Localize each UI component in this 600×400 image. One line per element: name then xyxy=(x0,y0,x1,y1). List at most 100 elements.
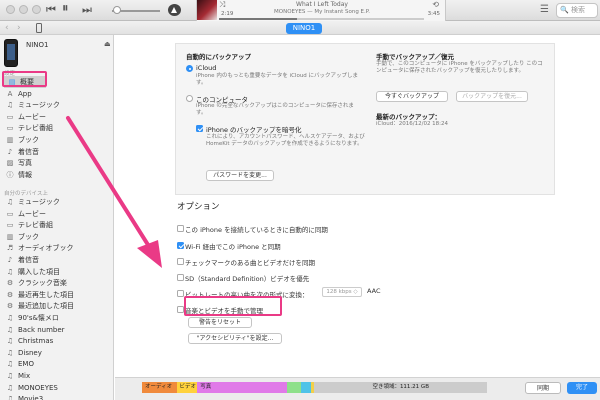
option-label: Wi-Fi 経由でこの iPhone と同期 xyxy=(185,243,281,251)
sidebar-item[interactable]: ♫ 購入した項目 xyxy=(2,266,112,278)
eject-icon[interactable]: ⏏ xyxy=(104,40,111,48)
sidebar-item[interactable]: ▭ テレビ番組 xyxy=(2,219,112,231)
encrypt-backup-checkbox[interactable] xyxy=(196,125,203,132)
sidebar-item[interactable]: ▭ ムービー xyxy=(2,111,112,123)
sidebar-item[interactable]: ▨ 写真 xyxy=(2,157,112,169)
pause-icon[interactable]: ⏸ xyxy=(62,1,69,17)
icloud-label: iCloud xyxy=(196,64,217,72)
sidebar-item[interactable]: ⚙ 最近再生した項目 xyxy=(2,289,112,301)
sidebar-item-label: 90's&懐メロ xyxy=(18,314,59,322)
configure-accessibility-button[interactable]: "アクセシビリティ"を設定... xyxy=(188,333,282,344)
option-checkbox[interactable] xyxy=(177,225,184,232)
minimize-window-button[interactable] xyxy=(19,5,28,14)
search-input[interactable]: 🔍 検索 xyxy=(556,3,598,18)
sidebar-item[interactable]: ▭ ムービー xyxy=(2,208,112,220)
device-image xyxy=(4,39,18,67)
repeat-icon[interactable]: ⟲ xyxy=(432,0,439,9)
sidebar-item-label: Christmas xyxy=(18,337,54,346)
device-name[interactable]: NINO1 xyxy=(26,41,49,49)
sidebar-item[interactable]: ♫ Disney xyxy=(2,347,112,359)
playlist-icon: ♫ xyxy=(6,325,14,334)
gear-icon: ⚙ xyxy=(6,302,14,311)
sidebar-item[interactable]: ⚙ クラシック音楽 xyxy=(2,277,112,289)
icloud-radio[interactable] xyxy=(186,65,193,72)
sidebar-item-label: ミュージック xyxy=(18,101,60,110)
book-icon: ▥ xyxy=(6,136,14,144)
previous-track-icon[interactable]: ⏮ xyxy=(46,2,56,18)
sidebar-item-label: ブック xyxy=(18,136,39,144)
app-icon: A xyxy=(7,89,13,98)
sidebar-item[interactable]: ♫ 90's&懐メロ xyxy=(2,312,112,324)
storage-segment: ビデオ xyxy=(176,382,198,393)
song-title: What I Left Today xyxy=(296,1,348,8)
latest-backup-title: 最新のバックアップ： xyxy=(376,113,441,121)
option-label: この iPhone を接続しているときに自動的に同期 xyxy=(185,226,328,234)
sidebar-item[interactable]: ⚙ 最近追加した項目 xyxy=(2,300,112,312)
sidebar-item[interactable]: ♪ 着信音 xyxy=(2,254,112,266)
book-icon: ▥ xyxy=(6,232,14,241)
reset-warnings-button[interactable]: 警告をリセット xyxy=(188,317,252,328)
device-tab[interactable]: NINO1 xyxy=(286,23,322,34)
sync-button[interactable]: 同期 xyxy=(525,382,561,394)
storage-bar[interactable]: オーディオ ビデオ 写真 空き領域：111.21 GB xyxy=(142,382,487,393)
playback-progress-bar[interactable] xyxy=(219,18,424,20)
restore-backup-button[interactable]: バックアップを復元... xyxy=(456,91,528,102)
up-next-list-icon[interactable]: ☰ xyxy=(540,4,549,15)
icloud-description: iPhone 内のもっとも重要なデータを iCloud にバックアップします。 xyxy=(196,73,359,86)
volume-knob[interactable] xyxy=(113,6,121,14)
sidebar-item-label: ミュージック xyxy=(18,198,60,206)
next-track-icon[interactable]: ⏭ xyxy=(82,2,92,18)
playback-progress-fill xyxy=(219,18,297,20)
music-icon: ♫ xyxy=(6,198,14,206)
sidebar-item[interactable]: ▭ テレビ番組 xyxy=(2,122,112,134)
sidebar-item[interactable]: ♪ 着信音 xyxy=(2,146,112,158)
bell-icon: ♪ xyxy=(7,256,13,264)
sidebar-item[interactable]: ♫ Mix xyxy=(2,370,112,382)
forward-arrow-icon[interactable]: › xyxy=(17,21,21,35)
sidebar-item[interactable]: ▥ ブック xyxy=(2,134,112,146)
sidebar-item[interactable]: ♫ Christmas xyxy=(2,335,112,347)
option-label: チェックマークのある曲とビデオだけを同期 xyxy=(185,259,315,267)
sidebar-item[interactable]: ♫ Movie3 xyxy=(2,393,112,400)
this-computer-radio[interactable] xyxy=(186,95,193,102)
back-arrow-icon[interactable]: ‹ xyxy=(5,21,9,35)
photo-icon: ▨ xyxy=(6,159,14,168)
playlist-icon: ♫ xyxy=(6,337,14,346)
playlist-icon: ♫ xyxy=(6,383,14,392)
change-password-button[interactable]: パスワードを変更... xyxy=(206,170,274,181)
sidebar-item[interactable]: ♫ ミュージック xyxy=(2,196,112,208)
option-checkbox[interactable] xyxy=(177,274,184,281)
zoom-window-button[interactable] xyxy=(32,5,41,14)
sidebar-item[interactable]: ♫ Back number xyxy=(2,324,112,336)
artist-album: MONOEYES — My Instant Song E.P. xyxy=(274,9,370,15)
highlight-summary xyxy=(2,71,47,87)
sidebar-item[interactable]: ♫ ミュージック xyxy=(2,99,112,111)
option-checkbox[interactable] xyxy=(177,258,184,265)
sidebar-item[interactable]: A App xyxy=(2,88,112,100)
playlist-icon: ♫ xyxy=(6,395,14,400)
option-checkbox[interactable] xyxy=(177,290,184,297)
backup-now-button[interactable]: 今すぐバックアップ xyxy=(376,91,448,102)
bell-icon: ♪ xyxy=(7,147,13,156)
sidebar-item[interactable]: ▥ ブック xyxy=(2,231,112,243)
storage-segment: オーディオ xyxy=(142,382,177,393)
latest-backup-value: iCloud：2016/12/02 18:24 xyxy=(376,121,449,127)
option-label: SD（Standard Definition）ビデオを優先 xyxy=(185,275,310,283)
sidebar-item[interactable]: ♫ MONOEYES xyxy=(2,382,112,394)
gear-icon: ⚙ xyxy=(6,279,14,288)
sidebar-item[interactable]: ⓘ 情報 xyxy=(2,169,112,181)
option-checkbox[interactable] xyxy=(177,306,184,313)
close-window-button[interactable] xyxy=(6,5,15,14)
airplay-icon[interactable] xyxy=(168,4,181,16)
iphone-icon[interactable] xyxy=(36,23,42,33)
tv-icon: ▭ xyxy=(6,221,14,230)
sidebar-item-label: 写真 xyxy=(18,159,32,168)
sidebar-item-label: 情報 xyxy=(18,170,32,179)
playlist-icon: ♫ xyxy=(6,267,14,276)
now-playing-display: ⤨ 2:19 What I Left Today MONOEYES — My I… xyxy=(196,0,446,21)
sidebar-item[interactable]: ♬ オーディオブック xyxy=(2,242,112,254)
done-button[interactable]: 完了 xyxy=(567,382,597,394)
option-checkbox[interactable] xyxy=(177,242,184,249)
sidebar-item[interactable]: ♫ EMO xyxy=(2,358,112,370)
bitrate-select[interactable]: 128 kbps ◇ xyxy=(322,287,362,297)
